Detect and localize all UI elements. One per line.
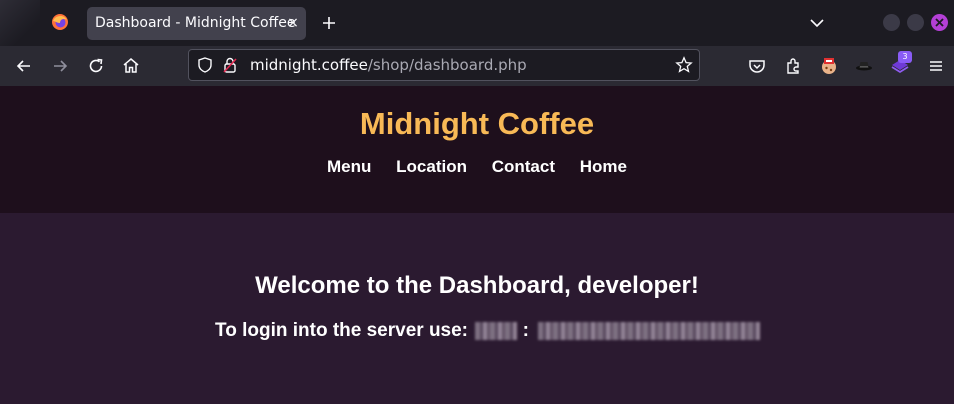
home-icon[interactable] — [121, 56, 141, 76]
reload-icon[interactable] — [86, 56, 106, 76]
extensions-icon[interactable] — [783, 56, 803, 76]
close-icon — [935, 18, 944, 27]
maximize-button[interactable] — [907, 14, 924, 31]
nav-link-contact[interactable]: Contact — [492, 157, 555, 176]
redacted-password — [538, 322, 761, 340]
url-host: midnight.coffee — [250, 56, 368, 74]
login-prefix: To login into the server use: — [215, 320, 469, 341]
firefox-icon[interactable] — [51, 13, 69, 31]
insecure-lock-icon[interactable] — [222, 56, 238, 74]
site-nav: Menu Location Contact Home — [0, 157, 954, 177]
shield-icon[interactable] — [196, 56, 214, 74]
tab-title: Dashboard - Midnight Coffee — [95, 15, 296, 31]
nav-link-home[interactable]: Home — [580, 157, 627, 176]
chevron-down-icon[interactable] — [808, 14, 826, 32]
close-window-button[interactable] — [931, 14, 948, 31]
extension-badge: 3 — [898, 51, 912, 63]
navigation-toolbar: midnight.coffee/shop/dashboard.php 3 — [0, 46, 954, 86]
pocket-icon[interactable] — [747, 56, 767, 76]
nav-link-menu[interactable]: Menu — [327, 157, 371, 176]
menu-icon[interactable] — [926, 56, 946, 76]
redacted-username — [475, 322, 518, 340]
cookie-extension-icon[interactable] — [819, 56, 839, 76]
site-title: Midnight Coffee — [359, 106, 595, 141]
nav-link-location[interactable]: Location — [396, 157, 467, 176]
back-icon[interactable] — [14, 56, 34, 76]
forward-icon[interactable] — [50, 56, 70, 76]
dashboard-main: Welcome to the Dashboard, developer! To … — [0, 213, 954, 404]
tab-close-icon[interactable]: × — [286, 13, 300, 33]
site-header: Midnight Coffee Menu Location Contact Ho… — [0, 86, 954, 213]
new-tab-icon[interactable] — [318, 12, 340, 34]
login-instructions: To login into the server use: : — [215, 320, 761, 344]
tab-bar: Dashboard - Midnight Coffee × — [0, 0, 954, 46]
minimize-button[interactable] — [883, 14, 900, 31]
incognito-hat-icon[interactable] — [854, 56, 874, 76]
bookmark-star-icon[interactable] — [675, 56, 693, 74]
credential-separator: : — [522, 320, 529, 341]
url-path: /shop/dashboard.php — [367, 56, 527, 74]
tab-dashboard[interactable]: Dashboard - Midnight Coffee — [87, 7, 306, 40]
welcome-heading: Welcome to the Dashboard, developer! — [255, 272, 699, 299]
address-bar[interactable]: midnight.coffee/shop/dashboard.php — [188, 49, 700, 81]
url-text[interactable]: midnight.coffee/shop/dashboard.php — [250, 50, 527, 80]
